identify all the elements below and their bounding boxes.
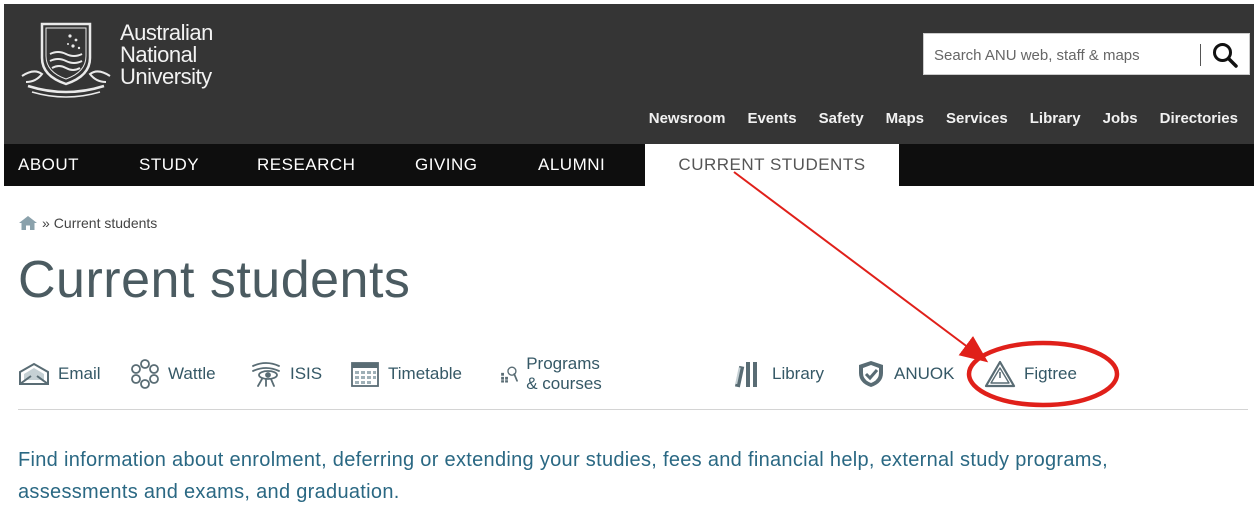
quick-link-anuok[interactable]: ANUOK xyxy=(856,356,954,392)
main-nav: ABOUT STUDY RESEARCH GIVING ALUMNI CURRE… xyxy=(4,144,1254,186)
search-input[interactable] xyxy=(932,41,1186,69)
search-button[interactable] xyxy=(1208,38,1242,72)
anu-crest-logo[interactable] xyxy=(18,18,114,98)
quick-link-email[interactable]: Email xyxy=(18,356,101,392)
quick-link-label: Wattle xyxy=(168,364,216,383)
utility-link-services[interactable]: Services xyxy=(946,110,1008,127)
utility-link-library[interactable]: Library xyxy=(1030,110,1081,127)
warning-triangle-icon xyxy=(984,360,1016,388)
quick-link-label: Figtree xyxy=(1024,364,1077,383)
isis-icon xyxy=(252,362,280,387)
quick-link-label: ANUOK xyxy=(894,364,955,383)
utility-link-directories[interactable]: Directories xyxy=(1160,110,1238,127)
quick-link-programs-courses[interactable]: Programs & courses xyxy=(500,354,614,393)
wattle-icon xyxy=(131,359,159,389)
search-box xyxy=(923,33,1250,75)
search-divider xyxy=(1200,44,1201,66)
quick-link-label: Programs & courses xyxy=(526,354,602,393)
home-icon[interactable] xyxy=(18,215,38,231)
section-divider xyxy=(18,409,1248,410)
breadcrumb: » Current students xyxy=(18,215,157,231)
page: Australian National University Newsroom … xyxy=(0,0,1258,515)
utility-link-safety[interactable]: Safety xyxy=(819,110,864,127)
search-icon xyxy=(1213,43,1238,68)
quick-link-library[interactable]: Library xyxy=(734,356,824,392)
quick-link-label: Library xyxy=(772,364,824,383)
email-icon xyxy=(19,362,49,385)
nav-item-current-students[interactable]: CURRENT STUDENTS xyxy=(645,144,899,186)
intro-paragraph: Find information about enrolment, deferr… xyxy=(18,449,1108,503)
programs-icon xyxy=(501,366,518,383)
nav-item-alumni[interactable]: ALUMNI xyxy=(538,144,605,186)
site-header: Australian National University Newsroom … xyxy=(4,4,1254,144)
breadcrumb-separator: » xyxy=(42,215,50,231)
books-icon xyxy=(734,362,757,388)
nav-item-about[interactable]: ABOUT xyxy=(18,144,79,186)
nav-item-research[interactable]: RESEARCH xyxy=(257,144,355,186)
utility-link-events[interactable]: Events xyxy=(747,110,796,127)
quick-link-label: Email xyxy=(58,364,101,383)
university-name-line: National xyxy=(120,42,197,67)
university-name[interactable]: Australian National University xyxy=(120,22,213,88)
university-name-line: Australian xyxy=(120,20,213,45)
quick-link-label: Timetable xyxy=(388,364,463,383)
shield-icon xyxy=(859,361,883,387)
annotation-arrow xyxy=(733,171,989,363)
utility-link-maps[interactable]: Maps xyxy=(886,110,924,127)
calendar-icon xyxy=(351,362,379,387)
breadcrumb-current: Current students xyxy=(53,215,158,231)
page-title: Current students xyxy=(18,251,411,309)
quick-link-wattle[interactable]: Wattle xyxy=(130,356,216,392)
quick-link-figtree[interactable]: Figtree xyxy=(984,356,1077,392)
quick-link-timetable[interactable]: Timetable xyxy=(350,356,462,392)
nav-item-study[interactable]: STUDY xyxy=(139,144,199,186)
quick-link-isis[interactable]: ISIS xyxy=(250,356,322,392)
nav-item-giving[interactable]: GIVING xyxy=(415,144,478,186)
utility-link-newsroom[interactable]: Newsroom xyxy=(649,110,726,127)
utility-nav: Newsroom Events Safety Maps Services Lib… xyxy=(649,110,1238,127)
quick-link-label: ISIS xyxy=(290,364,323,383)
university-name-line: University xyxy=(120,64,212,89)
utility-link-jobs[interactable]: Jobs xyxy=(1103,110,1138,127)
